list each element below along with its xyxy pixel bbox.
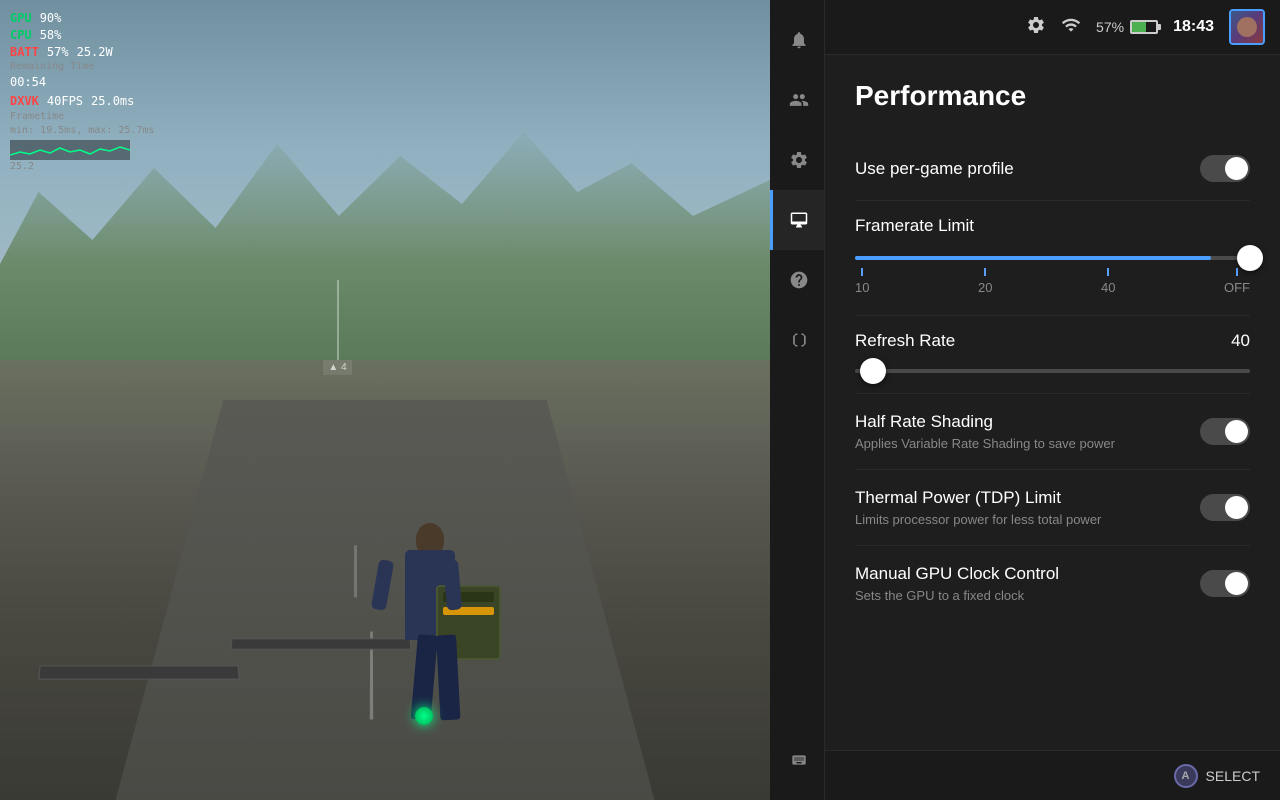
sidebar-item-friends[interactable] — [770, 70, 824, 130]
bell-icon — [788, 29, 810, 51]
hud-batt-label: BATT — [10, 44, 39, 61]
hud-cpu-label: CPU — [10, 27, 32, 44]
hud-fps-value: 40FPS — [47, 93, 83, 110]
marker-tick — [861, 268, 863, 276]
marker-tick — [1107, 268, 1109, 276]
game-viewport: ▲ 4 GPU 90% CPU 58% BATT 57% 25.2W Remai… — [0, 0, 770, 800]
hud-frametime-details: min: 19.5ms, max: 25.7ms — [10, 124, 155, 138]
framerate-slider-thumb[interactable] — [1237, 245, 1263, 271]
manual-gpu-clock-label: Manual GPU Clock Control — [855, 564, 1200, 584]
refresh-rate-label: Refresh Rate — [855, 331, 955, 351]
marker-tick — [1236, 268, 1238, 276]
page-title: Performance — [855, 80, 1250, 112]
half-rate-shading-label: Half Rate Shading — [855, 412, 1200, 432]
hud-frametime-label: Frametime — [10, 110, 155, 124]
refresh-rate-header: Refresh Rate 40 — [855, 331, 1250, 351]
marker-label-off: OFF — [1224, 280, 1250, 295]
hud-batt-power: 25.2W — [77, 44, 113, 61]
content-area: Performance Use per-game profile Framera… — [825, 55, 1280, 750]
sidebar — [770, 0, 825, 800]
power-icon — [788, 329, 810, 351]
thermal-power-row: Thermal Power (TDP) Limit Limits process… — [855, 470, 1250, 546]
hud-ms-value: 25.0ms — [91, 93, 134, 110]
marker-off: OFF — [1224, 268, 1250, 295]
per-game-profile-row: Use per-game profile — [855, 137, 1250, 201]
hud-batt-time: 00:54 — [10, 74, 155, 91]
question-icon — [788, 269, 810, 291]
sidebar-item-help[interactable] — [770, 250, 824, 310]
half-rate-shading-sublabel: Applies Variable Rate Shading to save po… — [855, 436, 1200, 451]
sidebar-item-settings[interactable] — [770, 130, 824, 190]
top-bar: 57% 18:43 — [825, 0, 1280, 55]
manual-gpu-clock-row: Manual GPU Clock Control Sets the GPU to… — [855, 546, 1250, 621]
battery-icon — [1130, 20, 1158, 34]
refresh-slider-thumb[interactable] — [860, 358, 886, 384]
framerate-limit-section: Framerate Limit 10 20 40 — [855, 201, 1250, 316]
framerate-markers: 10 20 40 OFF — [855, 268, 1250, 295]
hud-frametime-value: 25.2 — [10, 160, 155, 174]
marker-label-40: 40 — [1101, 280, 1115, 295]
hud-gpu-value: 90% — [40, 10, 62, 27]
sidebar-item-power[interactable] — [770, 310, 824, 370]
clock: 18:43 — [1173, 18, 1214, 36]
right-panel: 57% 18:43 Performance Use per-game profi… — [825, 0, 1280, 800]
manual-gpu-clock-toggle[interactable] — [1200, 570, 1250, 597]
hud-dxvk-label: DXVK — [10, 93, 39, 110]
wifi-icon[interactable] — [1061, 15, 1081, 40]
marker-tick — [984, 268, 986, 276]
battery-percent: 57% — [1096, 19, 1124, 35]
per-game-profile-toggle[interactable] — [1200, 155, 1250, 182]
framerate-limit-label: Framerate Limit — [855, 216, 1250, 236]
refresh-rate-section: Refresh Rate 40 — [855, 316, 1250, 394]
half-rate-shading-toggle[interactable] — [1200, 418, 1250, 445]
people-icon — [788, 89, 810, 111]
framerate-slider-track[interactable] — [855, 256, 1250, 260]
sidebar-item-notifications[interactable] — [770, 10, 824, 70]
per-game-profile-label: Use per-game profile — [855, 159, 1200, 179]
manual-gpu-clock-sublabel: Sets the GPU to a fixed clock — [855, 588, 1200, 603]
gear-icon — [788, 149, 810, 171]
avatar[interactable] — [1229, 9, 1265, 45]
marker-label-10: 10 — [855, 280, 869, 295]
a-button[interactable]: A — [1174, 764, 1198, 788]
marker-label-20: 20 — [978, 280, 992, 295]
sidebar-item-display[interactable] — [770, 190, 824, 250]
display-icon — [788, 209, 810, 231]
framerate-slider-container — [855, 256, 1250, 260]
settings-icon[interactable] — [1026, 15, 1046, 40]
thermal-power-toggle[interactable] — [1200, 494, 1250, 521]
hud-batt-value: 57% — [47, 44, 69, 61]
battery-indicator: 57% — [1096, 19, 1158, 35]
frametime-graph — [10, 140, 130, 160]
half-rate-shading-row: Half Rate Shading Applies Variable Rate … — [855, 394, 1250, 470]
marker-20: 20 — [978, 268, 992, 295]
hud-batt-remaining: Remaining Time — [10, 60, 155, 74]
thermal-power-label: Thermal Power (TDP) Limit — [855, 488, 1200, 508]
marker-40: 40 — [1101, 268, 1115, 295]
refresh-rate-value: 40 — [1231, 331, 1250, 351]
keyboard-icon — [788, 749, 810, 771]
bottom-bar: A SELECT — [825, 750, 1280, 800]
thermal-power-sublabel: Limits processor power for less total po… — [855, 512, 1200, 527]
hud-cpu-value: 58% — [40, 27, 62, 44]
refresh-slider-track[interactable] — [855, 369, 1250, 373]
select-button-group[interactable]: A SELECT — [1174, 764, 1260, 788]
hud-gpu-label: GPU — [10, 10, 32, 27]
sidebar-item-keyboard[interactable] — [770, 730, 824, 790]
select-label: SELECT — [1206, 768, 1260, 784]
marker-10: 10 — [855, 268, 869, 295]
hud-overlay: GPU 90% CPU 58% BATT 57% 25.2W Remaining… — [10, 10, 155, 174]
